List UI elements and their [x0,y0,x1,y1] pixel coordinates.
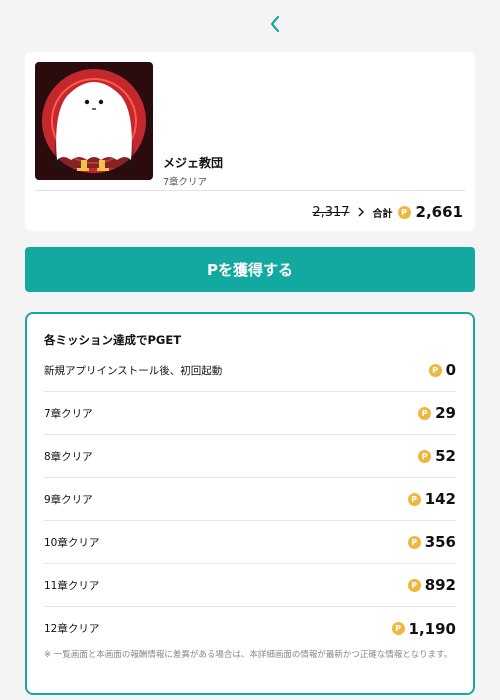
mission-row: 8章クリア P 52 [44,435,456,478]
point-coin-icon: P [397,205,411,219]
mission-row: 9章クリア P 142 [44,478,456,521]
mission-points: 356 [424,533,456,551]
mission-panel: 各ミッション達成でPGET 新規アプリインストール後、初回起動 P0 7章クリア… [25,312,475,695]
app-name: メジェ教団 [163,156,224,170]
points-summary: 2,317 合計 P 2,661 [312,201,463,223]
point-coin-icon: P [407,578,421,592]
mission-label: 8章クリア [44,450,93,463]
mission-points: 1,190 [408,619,456,638]
mission-row: 新規アプリインストール後、初回起動 P0 [44,349,456,392]
mission-title: 各ミッション達成でPGET [44,333,182,347]
divider [35,190,465,191]
mission-points: 142 [424,490,456,508]
mission-list: 新規アプリインストール後、初回起動 P0 7章クリア P 29 8章クリア P 52… [44,349,456,650]
point-coin-icon: P [407,535,421,549]
mission-points: 29 [435,404,456,422]
mission-label: 10章クリア [44,536,100,549]
point-coin-icon: P [418,406,432,420]
mission-points: 892 [424,576,456,594]
total-points: 2,661 [415,203,463,221]
mission-row: 7章クリア P 29 [44,392,456,435]
mission-note: ※ 一覧画面と本画面の報酬情報に差異がある場合は、本詳細画面の情報が最新かつ正確… [44,650,453,660]
app-thumbnail [35,62,153,180]
mission-label: 7章クリア [44,407,93,420]
get-points-button[interactable]: Pを獲得する [25,247,475,292]
mission-points: 52 [435,447,456,465]
point-coin-icon: P [407,492,421,506]
mission-label: 12章クリア [44,623,100,635]
mission-label: 新規アプリインストール後、初回起動 [44,364,223,377]
point-coin-icon: P [391,622,405,635]
mission-row: 12章クリア P 1,190 [44,607,456,650]
back-button[interactable] [262,10,288,38]
app-card[interactable]: メジェ教団 7章クリア 2,317 合計 P 2,661 [25,52,475,231]
chevron-left-icon [270,15,280,33]
mission-label: 11章クリア [44,579,100,592]
mission-row: 11章クリア P 892 [44,564,456,607]
old-points: 2,317 [312,204,350,220]
point-coin-icon: P [428,363,442,377]
mission-row: 10章クリア P 356 [44,521,456,564]
total-label: 合計 [372,208,393,220]
mission-points: 0 [445,361,456,379]
mission-label: 9章クリア [44,493,93,506]
point-coin-icon: P [418,449,432,463]
app-subtitle: 7章クリア [163,177,208,188]
chevron-right-icon [358,207,364,217]
